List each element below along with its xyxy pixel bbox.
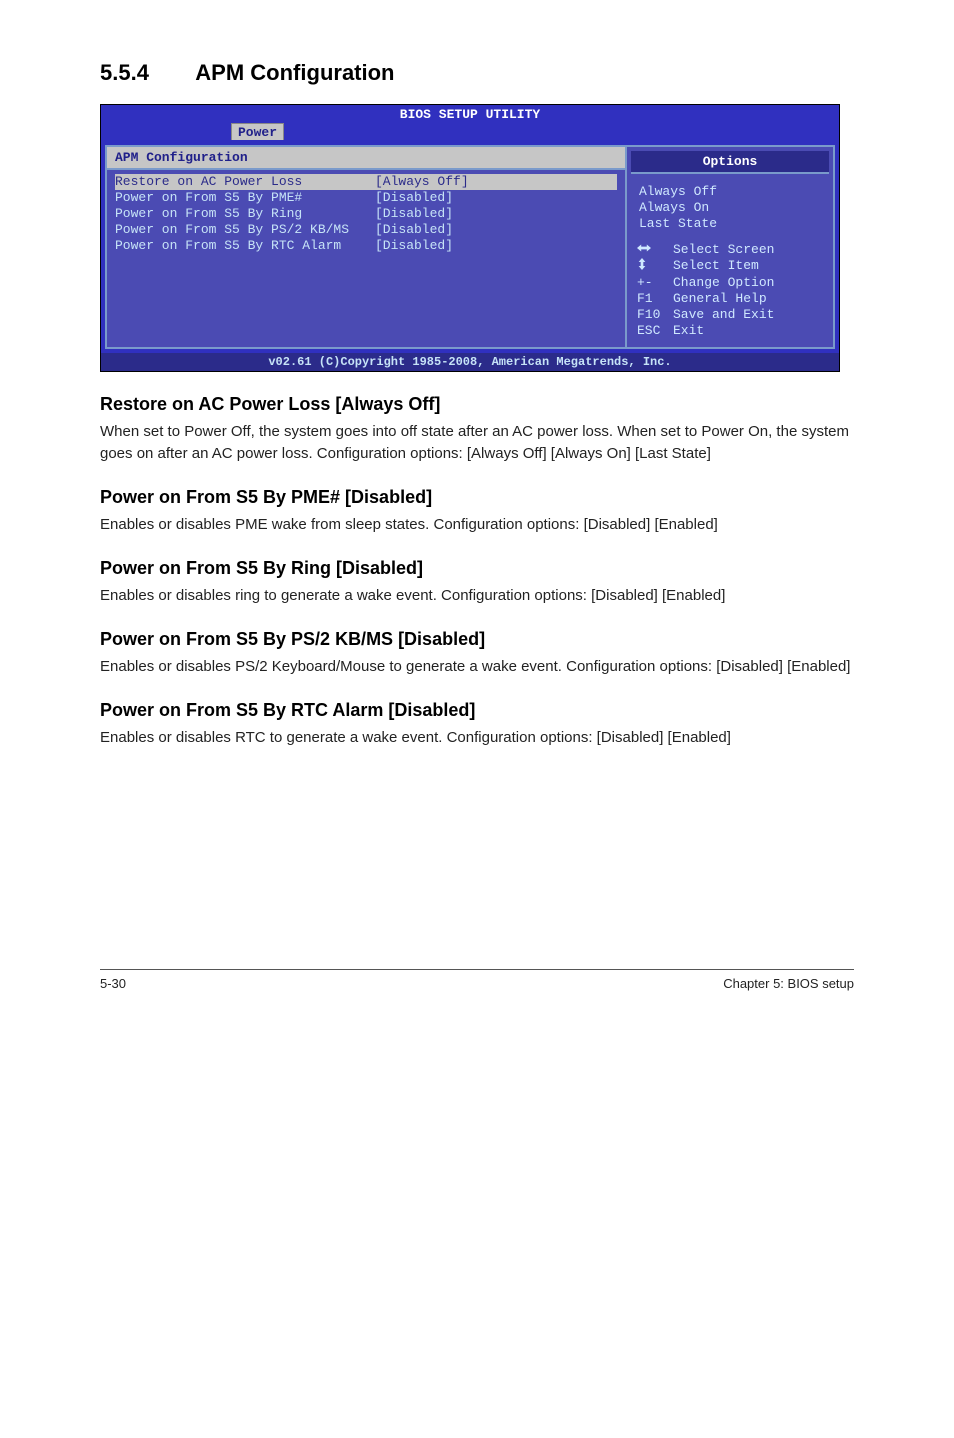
help-text: Select Item — [673, 258, 759, 275]
help-text: General Help — [673, 291, 767, 307]
bios-footer: v02.61 (C)Copyright 1985-2008, American … — [101, 353, 839, 371]
setting-label: Restore on AC Power Loss — [115, 174, 375, 190]
help-key: F1 — [637, 291, 673, 307]
ud-arrows-icon — [637, 258, 673, 275]
setting-label: Power on From S5 By RTC Alarm — [115, 238, 375, 254]
bios-body: APM Configuration Restore on AC Power Lo… — [101, 141, 839, 353]
body-ring: Enables or disables ring to generate a w… — [100, 585, 854, 607]
body-pme: Enables or disables PME wake from sleep … — [100, 514, 854, 536]
setting-value: [Disabled] — [375, 190, 453, 206]
help-row: +- Change Option — [637, 275, 823, 291]
options-list: Always Off Always On Last State — [627, 178, 833, 236]
page-number: 5-30 — [100, 976, 126, 991]
help-key: +- — [637, 275, 673, 291]
setting-value: [Disabled] — [375, 222, 453, 238]
setting-rtc[interactable]: Power on From S5 By RTC Alarm [Disabled] — [115, 238, 617, 254]
bios-settings-list: Restore on AC Power Loss [Always Off] Po… — [107, 170, 625, 344]
lr-arrows-icon — [637, 242, 673, 258]
help-row: F10 Save and Exit — [637, 307, 823, 323]
help-key: F10 — [637, 307, 673, 323]
tab-power[interactable]: Power — [231, 123, 284, 140]
body-ps2: Enables or disables PS/2 Keyboard/Mouse … — [100, 656, 854, 678]
chapter-label: Chapter 5: BIOS setup — [723, 976, 854, 991]
help-key: ESC — [637, 323, 673, 339]
setting-value: [Disabled] — [375, 238, 453, 254]
option-always-on[interactable]: Always On — [639, 200, 821, 216]
help-row: Select Screen — [637, 242, 823, 258]
option-always-off[interactable]: Always Off — [639, 184, 821, 200]
option-last-state[interactable]: Last State — [639, 216, 821, 232]
body-restore-ac: When set to Power Off, the system goes i… — [100, 421, 854, 465]
subhead-rtc: Power on From S5 By RTC Alarm [Disabled] — [100, 700, 854, 721]
section-heading: 5.5.4 APM Configuration — [100, 60, 854, 86]
setting-value: [Disabled] — [375, 206, 453, 222]
bios-tab-row: Power — [101, 123, 839, 141]
subhead-restore-ac: Restore on AC Power Loss [Always Off] — [100, 394, 854, 415]
bios-utility-title: BIOS SETUP UTILITY — [101, 105, 839, 123]
options-header: Options — [631, 151, 829, 174]
help-text: Exit — [673, 323, 704, 339]
bios-left-panel: APM Configuration Restore on AC Power Lo… — [105, 145, 625, 349]
setting-label: Power on From S5 By Ring — [115, 206, 375, 222]
help-text: Change Option — [673, 275, 774, 291]
section-number: 5.5.4 — [100, 60, 190, 86]
bios-screenshot: BIOS SETUP UTILITY Power APM Configurati… — [100, 104, 840, 372]
help-row: Select Item — [637, 258, 823, 275]
help-text: Save and Exit — [673, 307, 774, 323]
setting-ps2[interactable]: Power on From S5 By PS/2 KB/MS [Disabled… — [115, 222, 617, 238]
subhead-pme: Power on From S5 By PME# [Disabled] — [100, 487, 854, 508]
body-rtc: Enables or disables RTC to generate a wa… — [100, 727, 854, 749]
bios-help: Select Screen Select Item +- Change Opti… — [627, 236, 833, 347]
setting-pme[interactable]: Power on From S5 By PME# [Disabled] — [115, 190, 617, 206]
setting-ring[interactable]: Power on From S5 By Ring [Disabled] — [115, 206, 617, 222]
setting-value: [Always Off] — [375, 174, 469, 190]
setting-label: Power on From S5 By PS/2 KB/MS — [115, 222, 375, 238]
section-title: APM Configuration — [195, 60, 394, 85]
help-row: F1 General Help — [637, 291, 823, 307]
subhead-ps2: Power on From S5 By PS/2 KB/MS [Disabled… — [100, 629, 854, 650]
bios-right-panel: Options Always Off Always On Last State … — [625, 145, 835, 349]
setting-label: Power on From S5 By PME# — [115, 190, 375, 206]
help-text: Select Screen — [673, 242, 774, 258]
help-row: ESC Exit — [637, 323, 823, 339]
bios-panel-title: APM Configuration — [107, 147, 625, 170]
setting-restore-ac[interactable]: Restore on AC Power Loss [Always Off] — [115, 174, 617, 190]
subhead-ring: Power on From S5 By Ring [Disabled] — [100, 558, 854, 579]
page-footer: 5-30 Chapter 5: BIOS setup — [100, 969, 854, 991]
